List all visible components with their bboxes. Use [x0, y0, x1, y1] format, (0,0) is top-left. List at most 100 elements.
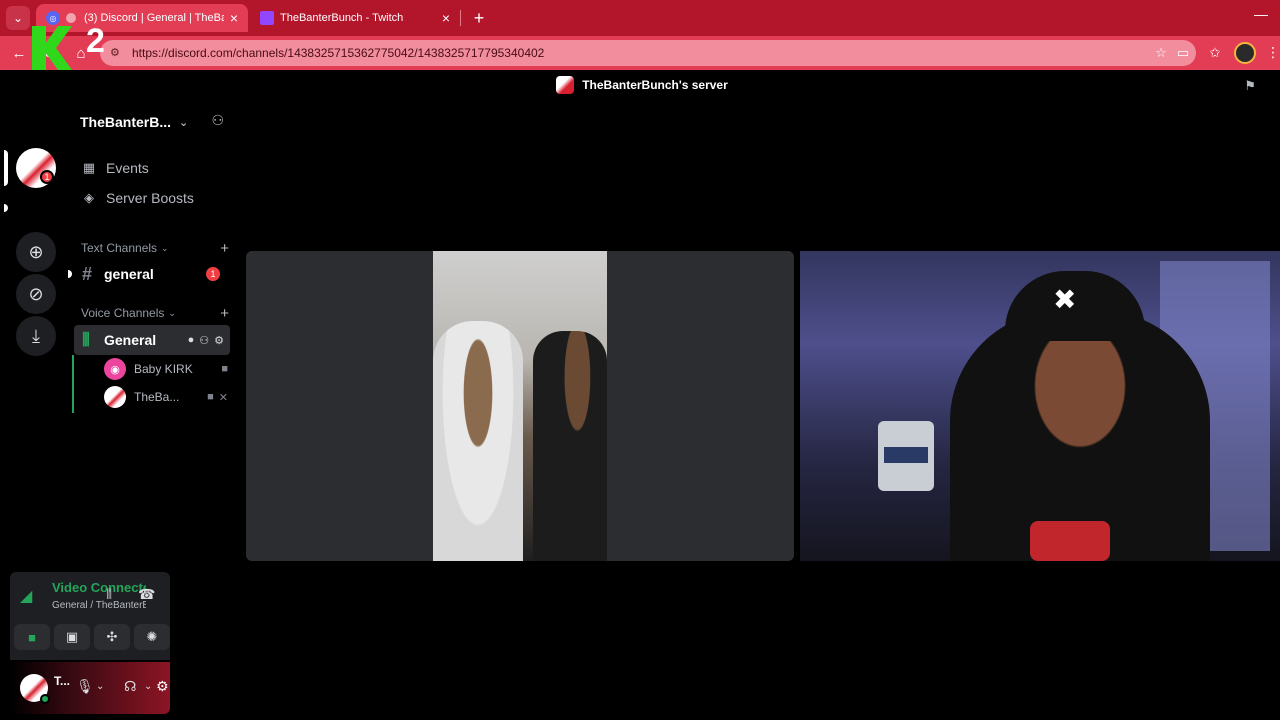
settings-gear-icon[interactable]: ⚙	[214, 334, 224, 347]
browser-menu-icon[interactable]: ⋮	[1266, 44, 1280, 61]
headphones-icon[interactable]: ☊	[124, 678, 136, 695]
server-unread-indicator	[4, 204, 8, 212]
avatar: ◉	[104, 358, 126, 380]
chevron-down-icon: ⌄	[168, 307, 176, 318]
voice-user-baby-kirk[interactable]: ◉ Baby KIRK ■	[104, 355, 230, 383]
server-header[interactable]: TheBanterB... ⌄ ⚇	[68, 100, 238, 144]
channel-name: general	[104, 266, 154, 282]
discord-favicon-icon: ◎	[46, 11, 60, 25]
channel-name: General	[104, 332, 157, 348]
browser-toolbar: ← ↻ ⌂ ⚙ https://discord.com/channels/143…	[0, 36, 1280, 70]
inbox-icon[interactable]: ⚑	[1244, 78, 1256, 94]
address-bar[interactable]: ⚙ https://discord.com/channels/143832571…	[100, 40, 1196, 66]
voice-user-name: Baby KIRK	[134, 362, 193, 376]
video-tile-baby-kirk[interactable]	[246, 251, 794, 561]
compass-icon: ⊘	[28, 283, 44, 304]
category-voice-channels[interactable]: Voice Channels ⌄ +	[81, 304, 229, 322]
download-apps-button[interactable]: ⤓	[16, 316, 56, 356]
add-server-button[interactable]: ⊕	[16, 232, 56, 272]
video-person	[533, 331, 607, 561]
browser-tab-strip: ⌄ ◎ (3) Discord | General | TheBanterBun…	[0, 0, 1280, 36]
discord-app: TheBanterBunch's server ⚑ 1 ⊕ ⊘ ⤓ TheBan…	[4, 70, 1280, 720]
rtc-status[interactable]: Video Connected	[52, 580, 146, 595]
mic-options-chevron-icon[interactable]: ⌄	[96, 681, 104, 692]
download-icon: ⤓	[32, 325, 40, 346]
chat-bubble-icon[interactable]: ●	[188, 334, 195, 347]
user-panel: T... 🎙︎ ⌄ ☊ ⌄ ⚙	[10, 662, 170, 714]
avatar	[104, 386, 126, 408]
tab-title: TheBanterBunch - Twitch	[280, 12, 404, 24]
category-label: Voice Channels	[81, 306, 165, 320]
channel-actions: ● ⚇ ⚙	[188, 334, 224, 347]
site-info-icon[interactable]: ⚙	[110, 46, 124, 60]
channel-general-voice[interactable]: ⦀ General ● ⚇ ⚙	[74, 325, 230, 355]
tab-title: (3) Discord | General | TheBanterBunch	[84, 12, 224, 24]
signal-icon[interactable]: ◢	[20, 586, 32, 606]
url-text: https://discord.com/channels/14383257153…	[132, 46, 545, 60]
sidebar-item-events[interactable]: ▦ Events	[80, 154, 230, 182]
category-text-channels[interactable]: Text Channels ⌄ +	[81, 239, 229, 257]
profile-avatar[interactable]	[1234, 42, 1256, 64]
twitch-favicon-icon	[260, 11, 274, 25]
server-icon	[556, 76, 575, 94]
create-channel-icon[interactable]: +	[220, 305, 229, 322]
favorites-icon[interactable]: ✩	[1206, 44, 1224, 62]
chevron-down-icon: ⌄	[12, 11, 24, 25]
noise-suppression-icon[interactable]: ⦀	[106, 586, 112, 603]
video-tile-thebanterbunch[interactable]: ✖	[800, 251, 1280, 561]
arrow-left-icon: ←	[11, 44, 27, 62]
audio-indicator-icon[interactable]	[66, 13, 76, 23]
close-tab-icon[interactable]: ×	[442, 10, 450, 26]
tab-divider	[460, 10, 461, 26]
sidebar-item-label: Server Boosts	[106, 190, 194, 206]
overlay-number: 2	[86, 22, 105, 60]
chevron-down-icon: ⌄	[161, 242, 169, 253]
sidebar-item-server-boosts[interactable]: ◈ Server Boosts	[80, 184, 230, 212]
back-button[interactable]: ←	[8, 42, 30, 64]
new-tab-button[interactable]: +	[468, 6, 490, 30]
tab-twitch[interactable]: TheBanterBunch - Twitch ×	[250, 4, 460, 32]
soundboard-button[interactable]: ✺	[134, 624, 170, 650]
user-status-icons: ■ ✕	[207, 391, 228, 404]
channel-general-text[interactable]: # general 1	[74, 259, 230, 289]
camera-icon: ■	[221, 363, 228, 375]
user-settings-icon[interactable]: ⚙	[156, 678, 169, 695]
minimize-button[interactable]: —	[1250, 6, 1272, 28]
plus-icon: +	[473, 7, 485, 28]
category-label: Text Channels	[81, 241, 158, 255]
video-cup	[878, 421, 934, 491]
server-mention-badge: 1	[40, 170, 54, 184]
video-person	[433, 321, 523, 561]
invite-people-icon[interactable]: ⚇	[211, 112, 224, 129]
server-name: TheBanterB...	[80, 114, 172, 130]
explore-button[interactable]: ⊘	[16, 274, 56, 314]
video-phone	[1030, 521, 1110, 561]
camera-icon: ■	[207, 390, 214, 403]
bookmark-star-icon[interactable]: ☆	[1152, 44, 1170, 62]
screen-share-button[interactable]: ▣	[54, 624, 90, 650]
user-name: T...	[54, 674, 71, 688]
hash-icon: #	[82, 263, 93, 284]
soundboard-icon: ✺	[146, 629, 158, 644]
voice-user-name: TheBa...	[134, 390, 180, 404]
sidebar-item-label: Events	[106, 160, 149, 176]
selected-server-indicator	[4, 150, 8, 186]
tab-search-button[interactable]: ⌄	[6, 6, 30, 30]
channel-unread-indicator	[68, 270, 72, 278]
activities-button[interactable]: ✣	[94, 624, 130, 650]
invite-icon[interactable]: ⚇	[199, 334, 209, 347]
disconnect-icon[interactable]: ☎	[138, 586, 155, 603]
rtc-location[interactable]: General / TheBanterBunch	[52, 600, 146, 611]
audio-options-chevron-icon[interactable]: ⌄	[144, 681, 152, 692]
calendar-icon: ▦	[82, 160, 96, 175]
hat-logo: ✖	[1053, 284, 1077, 315]
voice-user-thebanterbunch[interactable]: TheBa... ■ ✕	[104, 383, 230, 411]
close-tab-icon[interactable]: ×	[230, 10, 238, 26]
create-channel-icon[interactable]: +	[220, 240, 229, 257]
video-stream	[433, 251, 607, 561]
voice-activity-icon: ⦀	[82, 329, 90, 350]
voice-connection-line	[72, 355, 74, 413]
video-capture-icon[interactable]: ▭	[1174, 44, 1192, 62]
camera-toggle-button[interactable]: ■	[14, 624, 50, 650]
microphone-icon[interactable]: 🎙︎	[76, 678, 94, 695]
